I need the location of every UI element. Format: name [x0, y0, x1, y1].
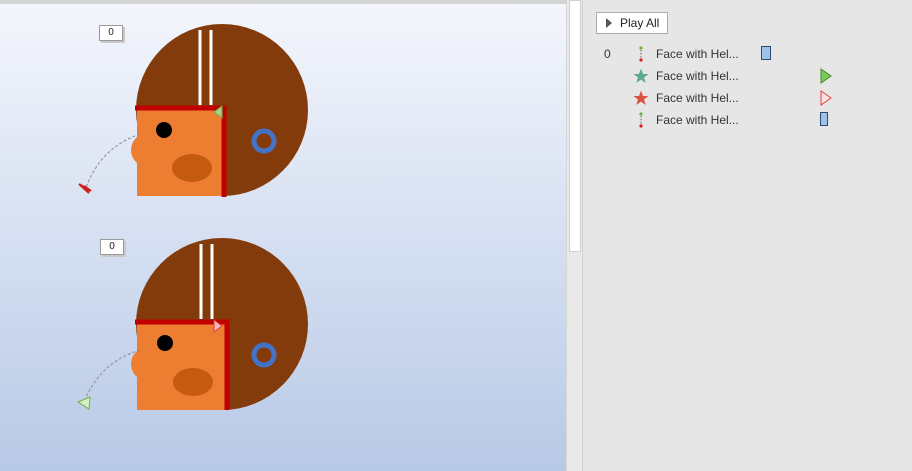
nose-shape: [131, 133, 165, 167]
animation-label: Face with Hel...: [656, 47, 739, 61]
motion-path-1: [85, 133, 141, 189]
animation-label: Face with Hel...: [656, 91, 739, 105]
path-start-marker-green: [76, 396, 91, 410]
timeline-bar[interactable]: [761, 46, 771, 60]
animation-label: Face with Hel...: [656, 113, 739, 127]
nose-shape: [131, 347, 165, 381]
slide-artwork: [76, 24, 308, 410]
animation-list-item[interactable]: Face with Hel...: [583, 109, 912, 131]
play-all-label: Play All: [620, 16, 660, 30]
path-end-marker-red: [78, 183, 92, 194]
face-with-helmet-2[interactable]: [131, 238, 308, 410]
motion-path-2: [83, 349, 141, 403]
animation-label: Face with Hel...: [656, 69, 739, 83]
scrollbar-thumb[interactable]: [569, 0, 581, 252]
cheek-shape: [172, 154, 212, 182]
play-marker-red[interactable]: [820, 90, 832, 106]
animation-list-item[interactable]: Face with Hel...: [583, 65, 912, 87]
timeline-bar[interactable]: [820, 112, 828, 126]
slide-canvas[interactable]: 0 0: [0, 0, 566, 471]
cheek-shape: [173, 368, 213, 396]
eye-shape: [156, 122, 172, 138]
face-with-helmet-1[interactable]: [131, 24, 308, 197]
animation-pane: Play All 0 Face with Hel... Face with He…: [583, 0, 912, 471]
animation-list-item[interactable]: 0 Face with Hel...: [583, 43, 912, 65]
exit-star-icon: [633, 90, 649, 105]
animation-number: 0: [604, 47, 611, 61]
motion-path-icon: [639, 46, 643, 62]
motion-path-icon: [639, 112, 643, 128]
play-marker-green[interactable]: [820, 68, 832, 84]
eye-shape: [157, 335, 173, 351]
play-all-button[interactable]: Play All: [596, 12, 668, 34]
animation-order-tag[interactable]: 0: [100, 239, 124, 255]
vertical-scrollbar[interactable]: [566, 0, 583, 471]
play-icon: [606, 18, 612, 28]
animation-list-item[interactable]: Face with Hel...: [583, 87, 912, 109]
entrance-star-icon: [633, 68, 649, 83]
animation-order-tag[interactable]: 0: [99, 25, 123, 41]
